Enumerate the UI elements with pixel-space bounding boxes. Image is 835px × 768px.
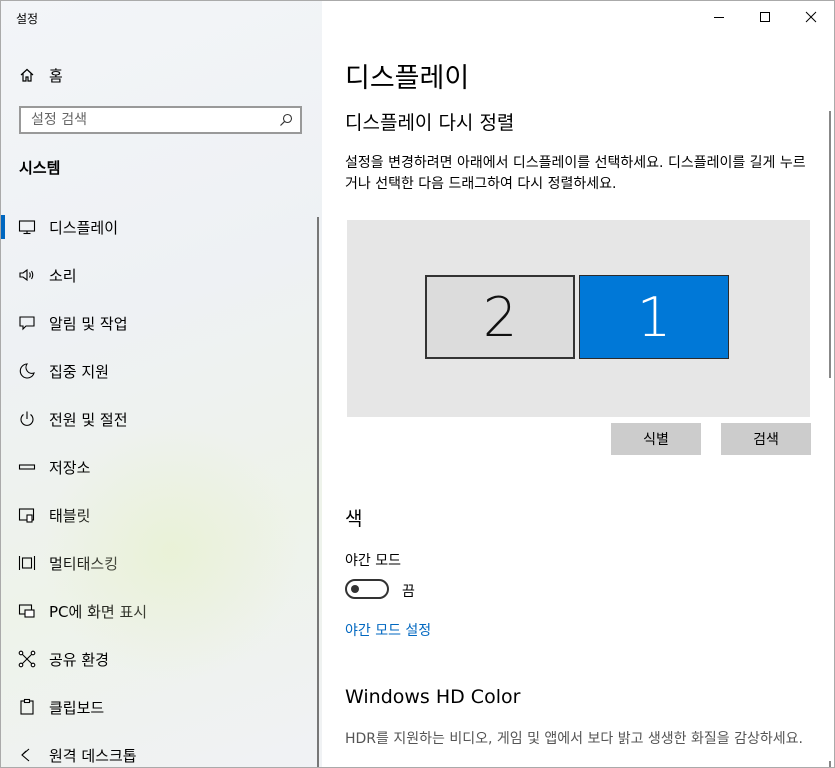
nav-item-label: 태블릿	[49, 506, 91, 525]
storage-icon	[18, 464, 36, 470]
nav-item-label: 원격 데스크톱	[49, 746, 137, 765]
minimize-icon	[714, 17, 724, 18]
nav-item-label: 공유 환경	[49, 650, 109, 669]
sidebar: 설정 홈 시스템 디스플레이	[1, 1, 322, 767]
night-light-state: 끔	[402, 584, 415, 600]
nav-item-power-sleep[interactable]: 전원 및 절전	[1, 395, 317, 443]
color-section-title: 색	[345, 508, 363, 530]
home-link[interactable]: 홈	[19, 63, 63, 87]
nav-item-display[interactable]: 디스플레이	[1, 203, 317, 251]
maximize-button[interactable]	[742, 1, 788, 33]
nav-item-sound[interactable]: 소리	[1, 251, 317, 299]
multitasking-icon	[18, 556, 36, 570]
nav-item-shared-experiences[interactable]: 공유 환경	[1, 635, 317, 683]
nav-item-label: 알림 및 작업	[49, 314, 128, 333]
nav-item-label: 멀티태스킹	[49, 554, 119, 573]
nav-item-project-to-pc[interactable]: PC에 화면 표시	[1, 587, 317, 635]
night-light-label: 야간 모드	[345, 553, 401, 569]
project-icon	[18, 604, 35, 618]
remote-desktop-icon	[21, 748, 30, 762]
night-light-settings-link[interactable]: 야간 모드 설정	[345, 620, 431, 640]
nav-item-label: 소리	[49, 266, 77, 285]
nav-item-label: PC에 화면 표시	[49, 602, 148, 621]
search-input[interactable]	[21, 111, 278, 129]
display-arrangement-canvas[interactable]: 2 1	[347, 220, 810, 417]
identify-button[interactable]: 식별	[611, 423, 701, 455]
monitor-number: 1	[636, 285, 672, 349]
hd-color-description: HDR를 지원하는 비디오, 게임 및 앱에서 보다 밝고 생생한 화질을 감상…	[345, 731, 803, 747]
monitor-1[interactable]: 1	[579, 275, 729, 359]
hd-color-title: Windows HD Color	[345, 686, 521, 708]
nav-item-notifications[interactable]: 알림 및 작업	[1, 299, 317, 347]
notification-icon	[19, 316, 35, 331]
nav-item-clipboard[interactable]: 클립보드	[1, 683, 317, 731]
nav-item-focus-assist[interactable]: 집중 지원	[1, 347, 317, 395]
arrange-description: 설정을 변경하려면 아래에서 디스플레이를 선택하세요. 디스플레이를 길게 누…	[345, 155, 806, 192]
section-title: 시스템	[19, 159, 61, 177]
app-title: 설정	[16, 12, 39, 26]
close-button[interactable]	[788, 1, 834, 33]
arrange-title: 디스플레이 다시 정렬	[345, 112, 515, 134]
maximize-icon	[760, 12, 770, 22]
nav-item-multitasking[interactable]: 멀티태스킹	[1, 539, 317, 587]
search-icon[interactable]	[278, 112, 294, 128]
caption-buttons	[696, 1, 834, 33]
nav-item-label: 클립보드	[49, 698, 105, 717]
monitor-2[interactable]: 2	[425, 275, 575, 359]
nav-item-label: 저장소	[49, 458, 91, 477]
main-scrollbar-end	[829, 761, 831, 767]
moon-icon	[19, 363, 35, 379]
main-scrollbar[interactable]	[829, 111, 831, 378]
toggle-knob	[351, 585, 359, 593]
night-light-toggle[interactable]	[345, 579, 389, 599]
nav-item-tablet[interactable]: 태블릿	[1, 491, 317, 539]
clipboard-icon	[20, 698, 34, 715]
power-icon	[20, 411, 34, 426]
page-title: 디스플레이	[345, 63, 470, 94]
tablet-icon	[18, 508, 35, 523]
nav-list: 디스플레이 소리 알림 및 작업 집중 지원 전원 및 절전 저장소 태블릿 멀…	[1, 203, 317, 767]
speaker-icon	[19, 268, 34, 282]
main-content: 디스플레이 디스플레이 다시 정렬 설정을 변경하려면 아래에서 디스플레이를 …	[323, 1, 834, 767]
shared-experiences-icon	[18, 650, 36, 668]
nav-item-storage[interactable]: 저장소	[1, 443, 317, 491]
nav-item-remote-desktop[interactable]: 원격 데스크톱	[1, 731, 317, 767]
monitor-icon	[18, 220, 36, 235]
sidebar-scrollbar[interactable]	[317, 217, 319, 767]
minimize-button[interactable]	[696, 1, 742, 33]
nav-item-label: 전원 및 절전	[49, 410, 128, 429]
nav-item-label: 집중 지원	[49, 362, 109, 381]
search-box[interactable]	[19, 106, 302, 134]
close-icon	[805, 11, 817, 23]
home-label: 홈	[49, 66, 63, 85]
home-icon	[20, 68, 34, 82]
nav-item-label: 디스플레이	[49, 218, 119, 237]
monitor-number: 2	[482, 285, 518, 349]
settings-window: 설정 홈 시스템 디스플레이	[0, 0, 835, 768]
detect-button[interactable]: 검색	[721, 423, 811, 455]
